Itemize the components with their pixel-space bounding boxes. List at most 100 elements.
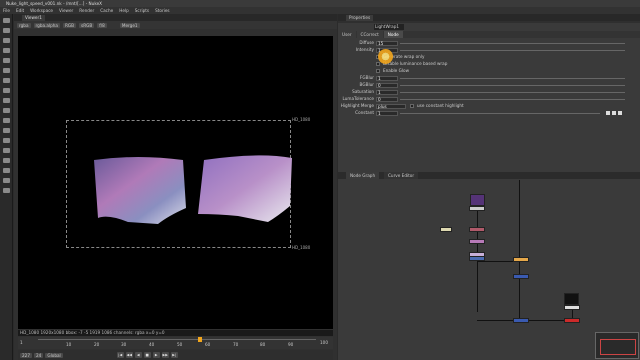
timeline[interactable]: 1 10 20 30 40 50 60 70 80 90 100 [18, 337, 333, 349]
constant-highlight-checkbox[interactable] [410, 104, 414, 108]
diffuse-input[interactable]: 15 [376, 40, 398, 46]
node-graph-panel[interactable]: Node Graph Curve Editor [338, 172, 640, 360]
node-header: LightWrap1 [338, 23, 640, 31]
read-node[interactable] [469, 206, 485, 211]
gizmo-tool-icon[interactable] [3, 188, 10, 193]
transform-node[interactable] [469, 256, 485, 261]
tab-curve-editor[interactable]: Curve Editor [384, 172, 419, 179]
menu-cache[interactable]: Cache [100, 7, 113, 14]
viewer-canvas[interactable]: HD_1080 HD_1080 [18, 36, 333, 329]
menu-viewer[interactable]: Viewer [59, 7, 73, 14]
fgblur-slider[interactable] [400, 78, 625, 79]
alpha-select[interactable]: rgba.alpha [33, 22, 61, 28]
prev-key-icon[interactable]: ◀◀ [125, 352, 133, 358]
constant-node[interactable] [564, 305, 580, 310]
input-select[interactable]: Merge1 [119, 22, 140, 28]
filter-tool-icon[interactable] [3, 68, 10, 73]
menu-file[interactable]: File [3, 7, 10, 14]
read-node-thumbnail[interactable] [470, 194, 485, 206]
deep-tool-icon[interactable] [3, 158, 10, 163]
tab-user[interactable]: User [338, 31, 356, 38]
bgblur-input[interactable]: 0 [376, 82, 398, 88]
keyer-tool-icon[interactable] [3, 78, 10, 83]
tick-labels: 10 20 30 40 50 60 70 80 90 [38, 342, 316, 348]
fgblur-input[interactable]: 1 [376, 75, 398, 81]
menu-workspace[interactable]: Workspace [30, 7, 53, 14]
3d-tool-icon[interactable] [3, 108, 10, 113]
luma-tolerance-input[interactable]: 0 [376, 96, 398, 102]
particles-tool-icon[interactable] [3, 148, 10, 153]
tick-label: 20 [94, 342, 100, 347]
bgblur-slider[interactable] [400, 85, 625, 86]
constant-node-thumbnail[interactable] [564, 293, 579, 305]
frame-field[interactable]: 227 [20, 352, 32, 358]
channel-tool-icon[interactable] [3, 48, 10, 53]
views-tool-icon[interactable] [3, 118, 10, 123]
tab-node[interactable]: Node [383, 31, 403, 38]
disable-luma-checkbox[interactable] [376, 62, 380, 66]
constant-input[interactable]: 1 [376, 110, 398, 116]
intensity-slider[interactable] [400, 50, 625, 51]
image-tool-icon[interactable] [3, 18, 10, 23]
luma-tolerance-slider[interactable] [400, 99, 625, 100]
fps-field[interactable]: 24 [34, 352, 44, 358]
color-swatch-icon[interactable] [606, 111, 610, 115]
menu-stories[interactable]: Stories [155, 7, 170, 14]
highlight-merge-select[interactable]: plus [376, 103, 406, 109]
lightwrap-node-selected[interactable] [513, 257, 529, 262]
timeline-track [38, 339, 316, 340]
merge-tool-icon[interactable] [3, 88, 10, 93]
saturation-input[interactable]: 1 [376, 89, 398, 95]
first-frame-icon[interactable]: |◀ [116, 352, 124, 358]
color-picker-icon[interactable] [612, 111, 616, 115]
range-mode-select[interactable]: Global [45, 352, 63, 358]
menu-render[interactable]: Render [79, 7, 94, 14]
roto-node[interactable] [440, 227, 452, 232]
stop-icon[interactable]: ■ [143, 352, 151, 358]
play-icon[interactable]: ▶ [152, 352, 160, 358]
node-name-field[interactable]: LightWrap1 [374, 24, 404, 30]
constant-slider[interactable] [400, 113, 600, 114]
last-frame-icon[interactable]: ▶| [170, 352, 178, 358]
color-wheel-icon[interactable] [618, 111, 622, 115]
grade-node[interactable] [469, 239, 485, 244]
diffuse-slider[interactable] [400, 43, 625, 44]
node-graph-tabs: Node Graph Curve Editor [338, 172, 640, 179]
tab-properties[interactable]: Properties [346, 15, 374, 21]
display-select[interactable]: RGB [63, 22, 77, 28]
other-tool-icon[interactable] [3, 138, 10, 143]
pipe [519, 180, 520, 322]
menu-help[interactable]: Help [119, 7, 129, 14]
viewer-node[interactable] [564, 318, 580, 323]
menu-edit[interactable]: Edit [16, 7, 24, 14]
ofx-tool-icon[interactable] [3, 178, 10, 183]
merge2-node[interactable] [513, 318, 529, 323]
saturation-slider[interactable] [400, 92, 625, 93]
diffuse-row: Diffuse 15 [338, 40, 640, 46]
enable-glow-row: Enable Glow [338, 68, 640, 74]
enable-glow-checkbox[interactable] [376, 69, 380, 73]
gain-field[interactable]: f/8 [97, 22, 107, 28]
color-tool-icon[interactable] [3, 58, 10, 63]
lut-select[interactable]: sRGB [79, 22, 95, 28]
blur-node[interactable] [469, 227, 485, 232]
playhead[interactable] [198, 337, 202, 342]
channels-select[interactable]: rgba [17, 22, 31, 28]
draw-tool-icon[interactable] [3, 28, 10, 33]
next-key-icon[interactable]: ▶▶ [161, 352, 169, 358]
transform-tool-icon[interactable] [3, 98, 10, 103]
time-tool-icon[interactable] [3, 38, 10, 43]
furnace-tool-icon[interactable] [3, 168, 10, 173]
menu-scripts[interactable]: Scripts [135, 7, 149, 14]
navigator-viewport[interactable] [600, 339, 636, 355]
highlight-merge-row: Highlight Merge plus use constant highli… [338, 103, 640, 109]
navigator-minimap[interactable] [595, 332, 639, 359]
merge-node[interactable] [513, 274, 529, 279]
tab-ccorrect[interactable]: CCorrect [356, 31, 383, 38]
metadata-tool-icon[interactable] [3, 128, 10, 133]
play-back-icon[interactable]: ◀ [134, 352, 142, 358]
node-tabs: User CCorrect Node [338, 31, 640, 38]
viewer-info: HD_1080 1920x1080 bbox: -7 -5 1919 1086 … [18, 330, 333, 336]
viewer-toolbar: rgba rgba.alpha RGB sRGB f/8 Merge1 [14, 21, 337, 29]
tab-node-graph[interactable]: Node Graph [346, 172, 380, 179]
